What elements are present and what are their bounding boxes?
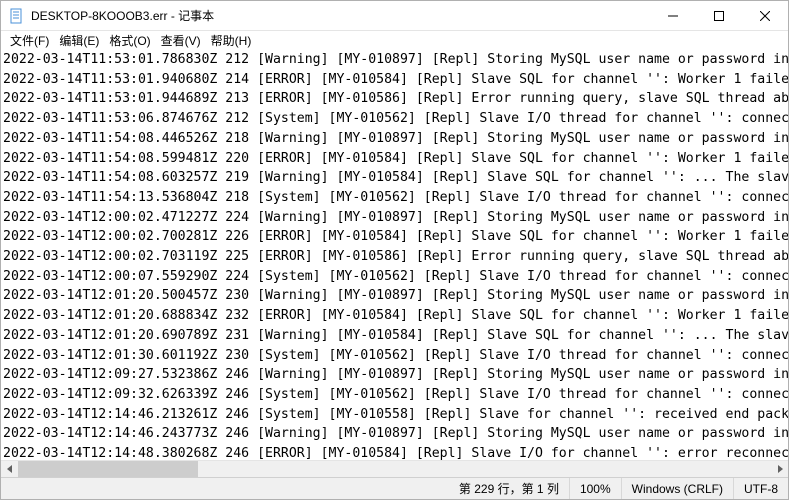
status-encoding: UTF-8	[733, 478, 788, 499]
statusbar: 第 229 行，第 1 列 100% Windows (CRLF) UTF-8	[1, 477, 788, 499]
titlebar[interactable]: DESKTOP-8KOOOB3.err - 记事本	[1, 1, 788, 31]
notepad-window: DESKTOP-8KOOOB3.err - 记事本 文件(F) 编辑(E) 格式…	[0, 0, 789, 500]
menubar: 文件(F) 编辑(E) 格式(O) 查看(V) 帮助(H)	[1, 31, 788, 50]
scroll-track[interactable]	[18, 461, 771, 478]
status-position: 第 229 行，第 1 列	[449, 478, 569, 499]
scroll-right-button[interactable]	[771, 461, 788, 478]
minimize-button[interactable]	[650, 1, 696, 31]
close-button[interactable]	[742, 1, 788, 31]
scroll-left-button[interactable]	[1, 461, 18, 478]
menu-view[interactable]: 查看(V)	[156, 31, 206, 50]
status-lineend: Windows (CRLF)	[621, 478, 733, 499]
horizontal-scrollbar[interactable]	[1, 460, 788, 477]
menu-format[interactable]: 格式(O)	[104, 31, 155, 50]
app-icon	[9, 8, 25, 24]
window-title: DESKTOP-8KOOOB3.err - 记事本	[31, 7, 214, 24]
menu-help[interactable]: 帮助(H)	[206, 31, 257, 50]
maximize-button[interactable]	[696, 1, 742, 31]
scroll-thumb[interactable]	[18, 461, 198, 478]
menu-edit[interactable]: 编辑(E)	[54, 31, 104, 50]
menu-file[interactable]: 文件(F)	[5, 31, 54, 50]
status-zoom: 100%	[569, 478, 621, 499]
editor-wrap: 2022-03-14T11:53:01.786830Z 212 [Warning…	[1, 50, 788, 477]
text-editor[interactable]: 2022-03-14T11:53:01.786830Z 212 [Warning…	[1, 50, 788, 460]
